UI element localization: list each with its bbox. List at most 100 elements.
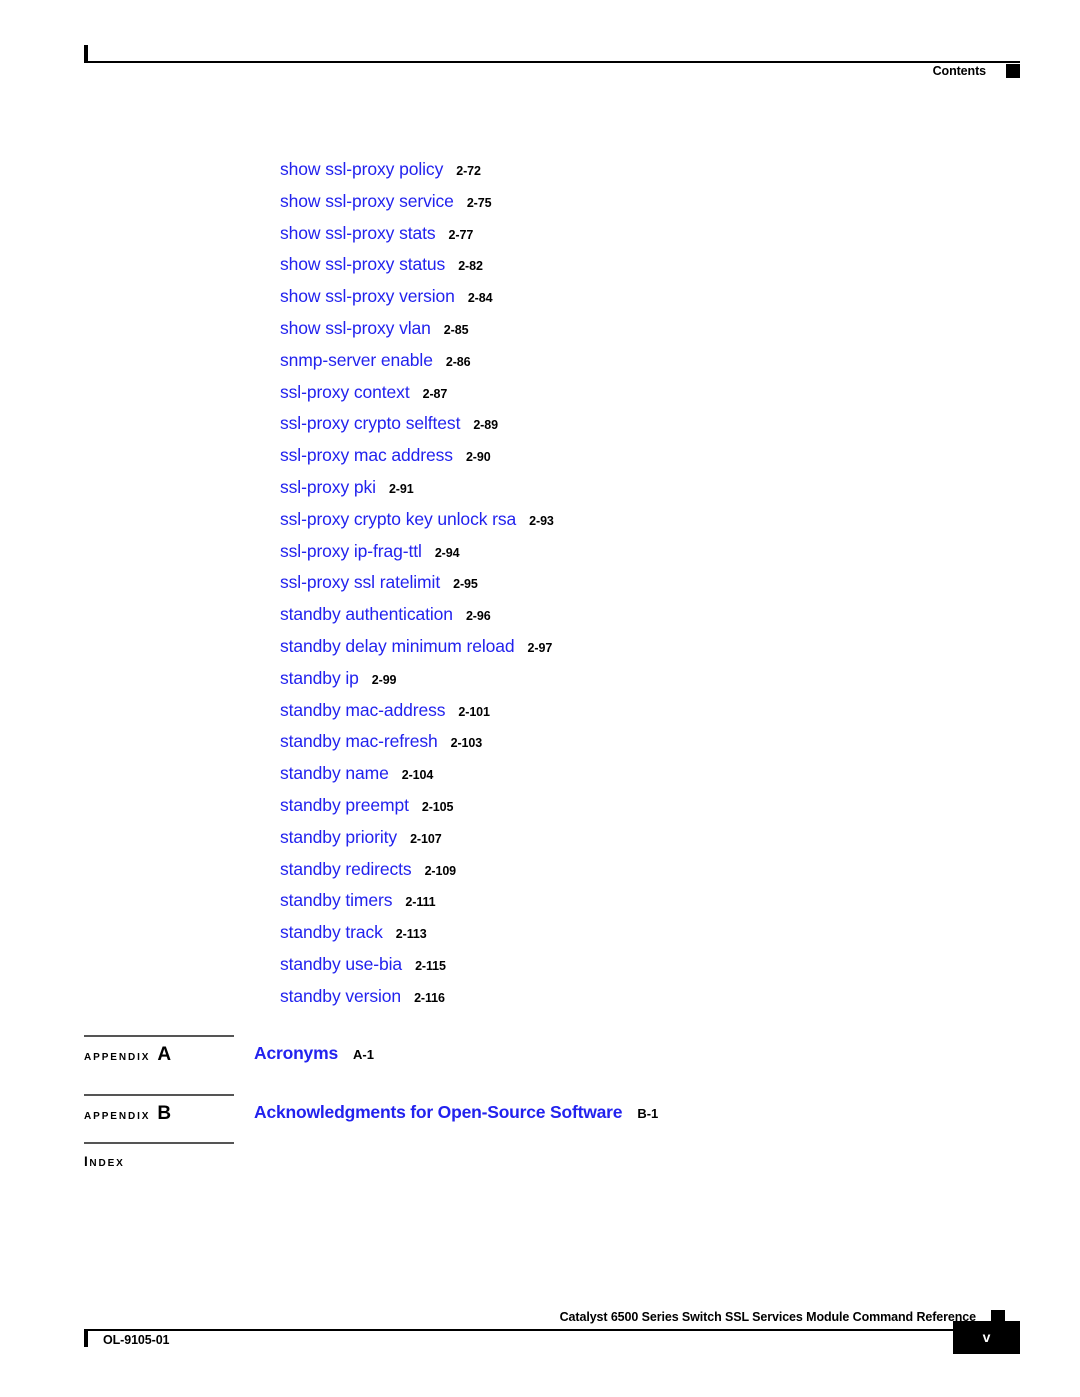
table-of-contents: show ssl-proxy policy 2-72 show ssl-proxy … — [280, 154, 980, 1013]
toc-entry-title[interactable]: ssl-proxy ip-frag-ttl — [280, 541, 422, 561]
toc-entry-title[interactable]: standby version — [280, 986, 401, 1006]
toc-entry-title[interactable]: show ssl-proxy status — [280, 254, 445, 274]
toc-entry[interactable]: ssl-proxy mac address 2-90 — [280, 440, 980, 472]
toc-entry[interactable]: standby redirects 2-109 — [280, 854, 980, 886]
appendix-a-tag-letter: A — [157, 1044, 172, 1065]
toc-entry[interactable]: show ssl-proxy stats 2-77 — [280, 218, 980, 250]
toc-entry-title[interactable]: standby track — [280, 922, 383, 942]
toc-entry-title[interactable]: show ssl-proxy stats — [280, 223, 436, 243]
toc-entry-page: 2-89 — [473, 418, 498, 433]
toc-entry[interactable]: show ssl-proxy service 2-75 — [280, 186, 980, 218]
toc-entry[interactable]: show ssl-proxy status 2-82 — [280, 249, 980, 281]
toc-entry-title[interactable]: standby priority — [280, 827, 397, 847]
appendix-a-page: A-1 — [353, 1047, 374, 1062]
toc-entry[interactable]: ssl-proxy ip-frag-ttl 2-94 — [280, 536, 980, 568]
toc-entry-title[interactable]: show ssl-proxy version — [280, 286, 455, 306]
toc-entry-page: 2-105 — [421, 799, 454, 814]
toc-entry-title[interactable]: ssl-proxy crypto key unlock rsa — [280, 509, 516, 529]
header-rule — [84, 61, 1020, 63]
toc-entry-title[interactable]: ssl-proxy context — [280, 382, 410, 402]
appendix-b-title[interactable]: Acknowledgments for Open-Source Software — [254, 1102, 623, 1122]
toc-entry[interactable]: show ssl-proxy policy 2-72 — [280, 154, 980, 186]
toc-entry-title[interactable]: show ssl-proxy vlan — [280, 318, 431, 338]
toc-entry[interactable]: ssl-proxy ssl ratelimit 2-95 — [280, 567, 980, 599]
index-rule — [84, 1142, 234, 1144]
toc-entry-title[interactable]: standby mac-address — [280, 700, 446, 720]
toc-entry-page: 2-116 — [414, 990, 445, 1005]
toc-entry-page: 2-90 — [465, 450, 491, 465]
toc-entry-page: 2-75 — [466, 195, 492, 210]
toc-entry[interactable]: standby version 2-116 — [280, 981, 980, 1013]
index-tag-rest: NDEX — [89, 1158, 125, 1169]
footer-square-icon — [991, 1310, 1005, 1324]
appendix-b-page: B-1 — [637, 1106, 659, 1121]
toc-entry[interactable]: standby priority 2-107 — [280, 822, 980, 854]
toc-entry[interactable]: standby name 2-104 — [280, 758, 980, 790]
toc-entry-title[interactable]: show ssl-proxy policy — [280, 159, 443, 179]
appendix-a-entry[interactable]: Acronyms A-1 — [254, 1040, 374, 1068]
index-tag[interactable]: INDEX — [84, 1150, 125, 1176]
toc-entry-page: 2-107 — [410, 831, 442, 846]
page-footer: Catalyst 6500 Series Switch SSL Services… — [84, 1308, 1020, 1370]
toc-entry[interactable]: ssl-proxy crypto key unlock rsa 2-93 — [280, 504, 980, 536]
appendix-a-title[interactable]: Acronyms — [254, 1043, 338, 1063]
toc-entry-page: 2-111 — [405, 895, 436, 910]
document-page: Contents show ssl-proxy policy 2-72 show s… — [0, 0, 1080, 1397]
toc-entry-title[interactable]: standby preempt — [280, 795, 409, 815]
toc-entry-title[interactable]: standby use-bia — [280, 954, 402, 974]
toc-entry-title[interactable]: standby redirects — [280, 859, 412, 879]
toc-entry-title[interactable]: ssl-proxy crypto selftest — [280, 413, 460, 433]
appendix-b-tag: APPENDIX B — [84, 1102, 171, 1129]
toc-entry[interactable]: standby mac-address 2-101 — [280, 695, 980, 727]
toc-entry[interactable]: standby use-bia 2-115 — [280, 949, 980, 981]
toc-entry-title[interactable]: standby name — [280, 763, 389, 783]
header-title: Contents — [932, 64, 986, 78]
toc-entry-title[interactable]: standby ip — [280, 668, 359, 688]
toc-entry-page: 2-115 — [415, 958, 446, 973]
toc-entry-title[interactable]: snmp-server enable — [280, 350, 433, 370]
toc-entry-page: 2-103 — [450, 736, 483, 751]
toc-entry-title[interactable]: standby mac-refresh — [280, 731, 438, 751]
toc-entry-title[interactable]: ssl-proxy mac address — [280, 445, 453, 465]
toc-entry[interactable]: show ssl-proxy vlan 2-85 — [280, 313, 980, 345]
toc-entry[interactable]: standby authentication 2-96 — [280, 599, 980, 631]
toc-entry-page: 2-85 — [443, 322, 469, 337]
appendix-b-tag-letter: B — [157, 1103, 172, 1124]
toc-entry-page: 2-93 — [529, 513, 554, 528]
toc-entry-page: 2-77 — [448, 227, 474, 242]
toc-entry[interactable]: standby ip 2-99 — [280, 663, 980, 695]
appendix-a-tag: APPENDIX A — [84, 1043, 171, 1070]
toc-entry-title[interactable]: show ssl-proxy service — [280, 191, 454, 211]
toc-entry[interactable]: show ssl-proxy version 2-84 — [280, 281, 980, 313]
toc-entry[interactable]: standby timers 2-111 — [280, 885, 980, 917]
toc-entry-page: 2-104 — [401, 768, 434, 783]
toc-entry[interactable]: standby delay minimum reload 2-97 — [280, 631, 980, 663]
appendix-a-rule — [84, 1035, 234, 1037]
footer-page-number: v — [982, 1329, 991, 1345]
toc-entry-page: 2-84 — [467, 291, 493, 306]
toc-entry[interactable]: ssl-proxy context 2-87 — [280, 377, 980, 409]
toc-entry-title[interactable]: standby delay minimum reload — [280, 636, 515, 656]
toc-entry-page: 2-96 — [465, 609, 491, 624]
toc-entry-title[interactable]: standby timers — [280, 890, 393, 910]
toc-entry-page: 2-95 — [453, 577, 478, 592]
toc-entry[interactable]: standby mac-refresh 2-103 — [280, 726, 980, 758]
appendix-a-tag-word: APPENDIX — [84, 1052, 151, 1063]
toc-entry-title[interactable]: ssl-proxy ssl ratelimit — [280, 572, 440, 592]
appendix-b-entry[interactable]: Acknowledgments for Open-Source Software… — [254, 1099, 658, 1127]
toc-entry-page: 2-97 — [527, 640, 553, 655]
page-header: Contents — [84, 40, 1020, 82]
toc-entry[interactable]: snmp-server enable 2-86 — [280, 345, 980, 377]
toc-entry-title[interactable]: ssl-proxy pki — [280, 477, 376, 497]
toc-entry-page: 2-94 — [434, 545, 460, 560]
toc-entry-page: 2-99 — [371, 672, 397, 687]
toc-entry-page: 2-101 — [458, 704, 490, 719]
toc-entry-title[interactable]: standby authentication — [280, 604, 453, 624]
toc-entry[interactable]: ssl-proxy crypto selftest 2-89 — [280, 408, 980, 440]
header-square-icon — [1006, 64, 1020, 78]
toc-entry[interactable]: standby preempt 2-105 — [280, 790, 980, 822]
toc-entry[interactable]: standby track 2-113 — [280, 917, 980, 949]
footer-page-number-box: v — [953, 1321, 1020, 1354]
appendix-b-tag-word: APPENDIX — [84, 1111, 151, 1122]
toc-entry[interactable]: ssl-proxy pki 2-91 — [280, 472, 980, 504]
